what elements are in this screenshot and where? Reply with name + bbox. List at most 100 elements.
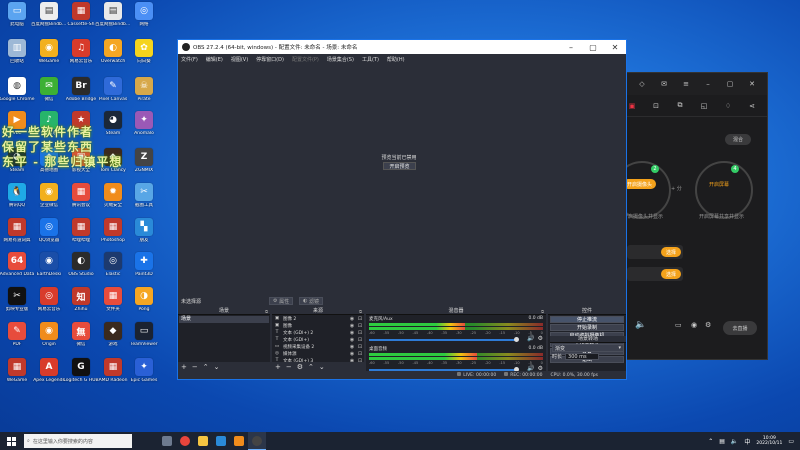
- volume-icon[interactable]: 🔊: [527, 335, 534, 342]
- transition-select[interactable]: 渐变 ▾: [552, 344, 624, 352]
- menu-view[interactable]: 视图(V): [231, 56, 248, 63]
- mail-icon[interactable]: ✉: [659, 79, 669, 89]
- volume-icon[interactable]: 🔈: [635, 320, 646, 330]
- desktop-icon[interactable]: ◍ Google Chrome: [0, 77, 34, 113]
- copy-icon[interactable]: ⧉: [675, 101, 685, 111]
- source-item[interactable]: T 文本 (GDI+) 2 ◉ ⊡: [272, 329, 364, 336]
- taskbar-app-store[interactable]: [212, 432, 230, 450]
- control-button[interactable]: 开始录制: [550, 324, 624, 331]
- control-button[interactable]: 停止推流: [550, 316, 624, 323]
- lock-icon[interactable]: ⊡: [356, 330, 364, 336]
- scene-item[interactable]: 场景: [179, 316, 269, 323]
- network-icon[interactable]: ▤: [719, 438, 725, 445]
- desktop-icon[interactable]: ◐ Overwatch: [97, 39, 129, 75]
- menu-scene-collection[interactable]: 场景集合(S): [327, 56, 354, 63]
- eye-icon[interactable]: ◉: [348, 316, 356, 322]
- screen-circle[interactable]: [695, 161, 753, 219]
- taskbar-app-obs[interactable]: [248, 432, 266, 450]
- lock-icon[interactable]: ⊡: [356, 316, 364, 322]
- desktop-icon[interactable]: ◉ 企业微信: [33, 183, 65, 219]
- mode-pill[interactable]: 混合: [725, 134, 751, 145]
- clock[interactable]: 10:09 2022/10/11: [756, 436, 782, 446]
- enable-preview-button[interactable]: 开启预览: [383, 162, 416, 170]
- desktop-icon[interactable]: ▭ 此电脑: [1, 2, 33, 38]
- lock-icon[interactable]: ⊡: [356, 323, 364, 329]
- desktop-icon[interactable]: ▦ WeGame: [1, 358, 33, 394]
- desktop-icon[interactable]: ▤ 百度网盘Bindbgm: [31, 2, 67, 38]
- camera-icon[interactable]: ▭: [675, 321, 682, 329]
- desktop-icon[interactable]: ▦ 文件夹: [97, 287, 129, 323]
- desktop-icon[interactable]: ▚ 朋友: [128, 218, 160, 254]
- menu-docks[interactable]: 停靠窗口(D): [256, 56, 284, 63]
- source-item[interactable]: ▭ 视频采集设备 2 ◉ ⊡: [272, 343, 364, 350]
- lock-icon[interactable]: ⊡: [356, 337, 364, 343]
- obs-window[interactable]: OBS 27.2.4 (64-bit, windows) - 配置文件: 未命名…: [177, 39, 627, 380]
- desktop-icon[interactable]: ✎ PDF: [1, 322, 33, 358]
- settings-icon[interactable]: ⚙: [705, 321, 711, 329]
- properties-button[interactable]: ⚙ 属性: [269, 297, 294, 305]
- volume-icon[interactable]: 🔈: [731, 438, 738, 445]
- source-item[interactable]: ◎ 媒体源 ◉ ⊡: [272, 350, 364, 357]
- close-icon[interactable]: ✕: [747, 79, 757, 89]
- lock-icon[interactable]: ⊡: [651, 101, 661, 111]
- gear-icon[interactable]: ⚙: [297, 363, 303, 371]
- message-icon[interactable]: ◱: [699, 101, 709, 111]
- eye-icon[interactable]: ◉: [348, 330, 356, 336]
- desktop-icon[interactable]: Br Adobe Bridge: [65, 77, 97, 113]
- duration-input[interactable]: 300 ms: [565, 353, 600, 360]
- taskbar-app-task-view[interactable]: [158, 432, 176, 450]
- desktop-icon[interactable]: ◉ Origin: [33, 322, 65, 358]
- bell-icon[interactable]: ♢: [723, 101, 733, 111]
- option-button-2[interactable]: 选择: [661, 269, 681, 279]
- desktop-icon[interactable]: ◎ 网络: [128, 2, 160, 38]
- desktop-icon[interactable]: ◎ Elastic: [97, 252, 129, 288]
- menu-help[interactable]: 帮助(H): [387, 56, 405, 63]
- close-button[interactable]: ✕: [604, 43, 626, 52]
- shirt-icon[interactable]: ◇: [637, 79, 647, 89]
- desktop-icon[interactable]: ✚ Paint3D: [128, 252, 160, 288]
- move-up-icon[interactable]: ⌃: [203, 363, 209, 371]
- desktop-icon[interactable]: ✂ 截图工具: [128, 183, 160, 219]
- desktop-icon[interactable]: 🐧 腾讯QQ: [1, 183, 33, 219]
- source-item[interactable]: ▣ 图像 ◉ ⊡: [272, 322, 364, 329]
- move-down-icon[interactable]: ⌄: [319, 363, 325, 371]
- notification-icon[interactable]: ▭: [788, 438, 794, 445]
- source-item[interactable]: T 文本 (GDI+) ◉ ⊡: [272, 336, 364, 343]
- add-source-icon[interactable]: +: [275, 363, 281, 371]
- desktop-icon[interactable]: ◑ Pong: [128, 287, 160, 323]
- desktop-icon[interactable]: ✿ 向日葵: [128, 39, 160, 75]
- move-up-icon[interactable]: ⌃: [308, 363, 314, 371]
- gift-icon[interactable]: ▣: [627, 101, 637, 111]
- share-icon[interactable]: ⋖: [747, 101, 757, 111]
- option-button-1[interactable]: 选择: [661, 247, 681, 257]
- camera-start-button[interactable]: 开启摄像头: [623, 179, 657, 189]
- desktop-icon[interactable]: ▦ Photoshop: [97, 218, 129, 254]
- desktop-icon[interactable]: ◐ OBS Studio: [65, 252, 97, 288]
- taskbar-app-chrome[interactable]: [176, 432, 194, 450]
- add-scene-icon[interactable]: +: [181, 363, 187, 371]
- desktop-icon[interactable]: ▦ 哔哩哔哩: [65, 218, 97, 254]
- source-item[interactable]: ▣ 图像 2 ◉ ⊡: [272, 315, 364, 322]
- desktop-icon[interactable]: G Logitech G HUB: [63, 358, 99, 394]
- taskbar-search[interactable]: ⌕ 在这里输入你要搜索的内容: [24, 434, 132, 448]
- dock-float-icon[interactable]: ⧉: [541, 308, 544, 315]
- desktop-icon[interactable]: ♫ 网易云音乐: [65, 39, 97, 75]
- menu-icon[interactable]: ≡: [681, 79, 691, 89]
- move-down-icon[interactable]: ⌄: [214, 363, 220, 371]
- remove-source-icon[interactable]: −: [286, 363, 292, 371]
- desktop-icon[interactable]: ✹ 火绒安全: [97, 183, 129, 219]
- gear-icon[interactable]: ⚙: [538, 335, 543, 342]
- desktop-icon[interactable]: 知 Zhihu: [65, 287, 97, 323]
- chevron-up-icon[interactable]: ⌃: [708, 438, 713, 445]
- lock-icon[interactable]: ⊡: [356, 351, 364, 357]
- eye-icon[interactable]: ◉: [348, 351, 356, 357]
- desktop-icon[interactable]: ✎ Pixel Canvas: [97, 77, 129, 113]
- go-live-button[interactable]: 去直播: [723, 321, 757, 335]
- menu-tools[interactable]: 工具(T): [362, 56, 379, 63]
- desktop-icon[interactable]: ▤ 百度网盘Bindbgm: [95, 2, 131, 38]
- desktop-icon[interactable]: ▦ 腾讯会议: [65, 183, 97, 219]
- desktop-icon[interactable]: ◎ 网易云音乐: [33, 287, 65, 323]
- volume-slider[interactable]: [369, 337, 519, 342]
- slider-handle[interactable]: [514, 337, 519, 342]
- desktop-icon[interactable]: ◉ WeGame: [33, 39, 65, 75]
